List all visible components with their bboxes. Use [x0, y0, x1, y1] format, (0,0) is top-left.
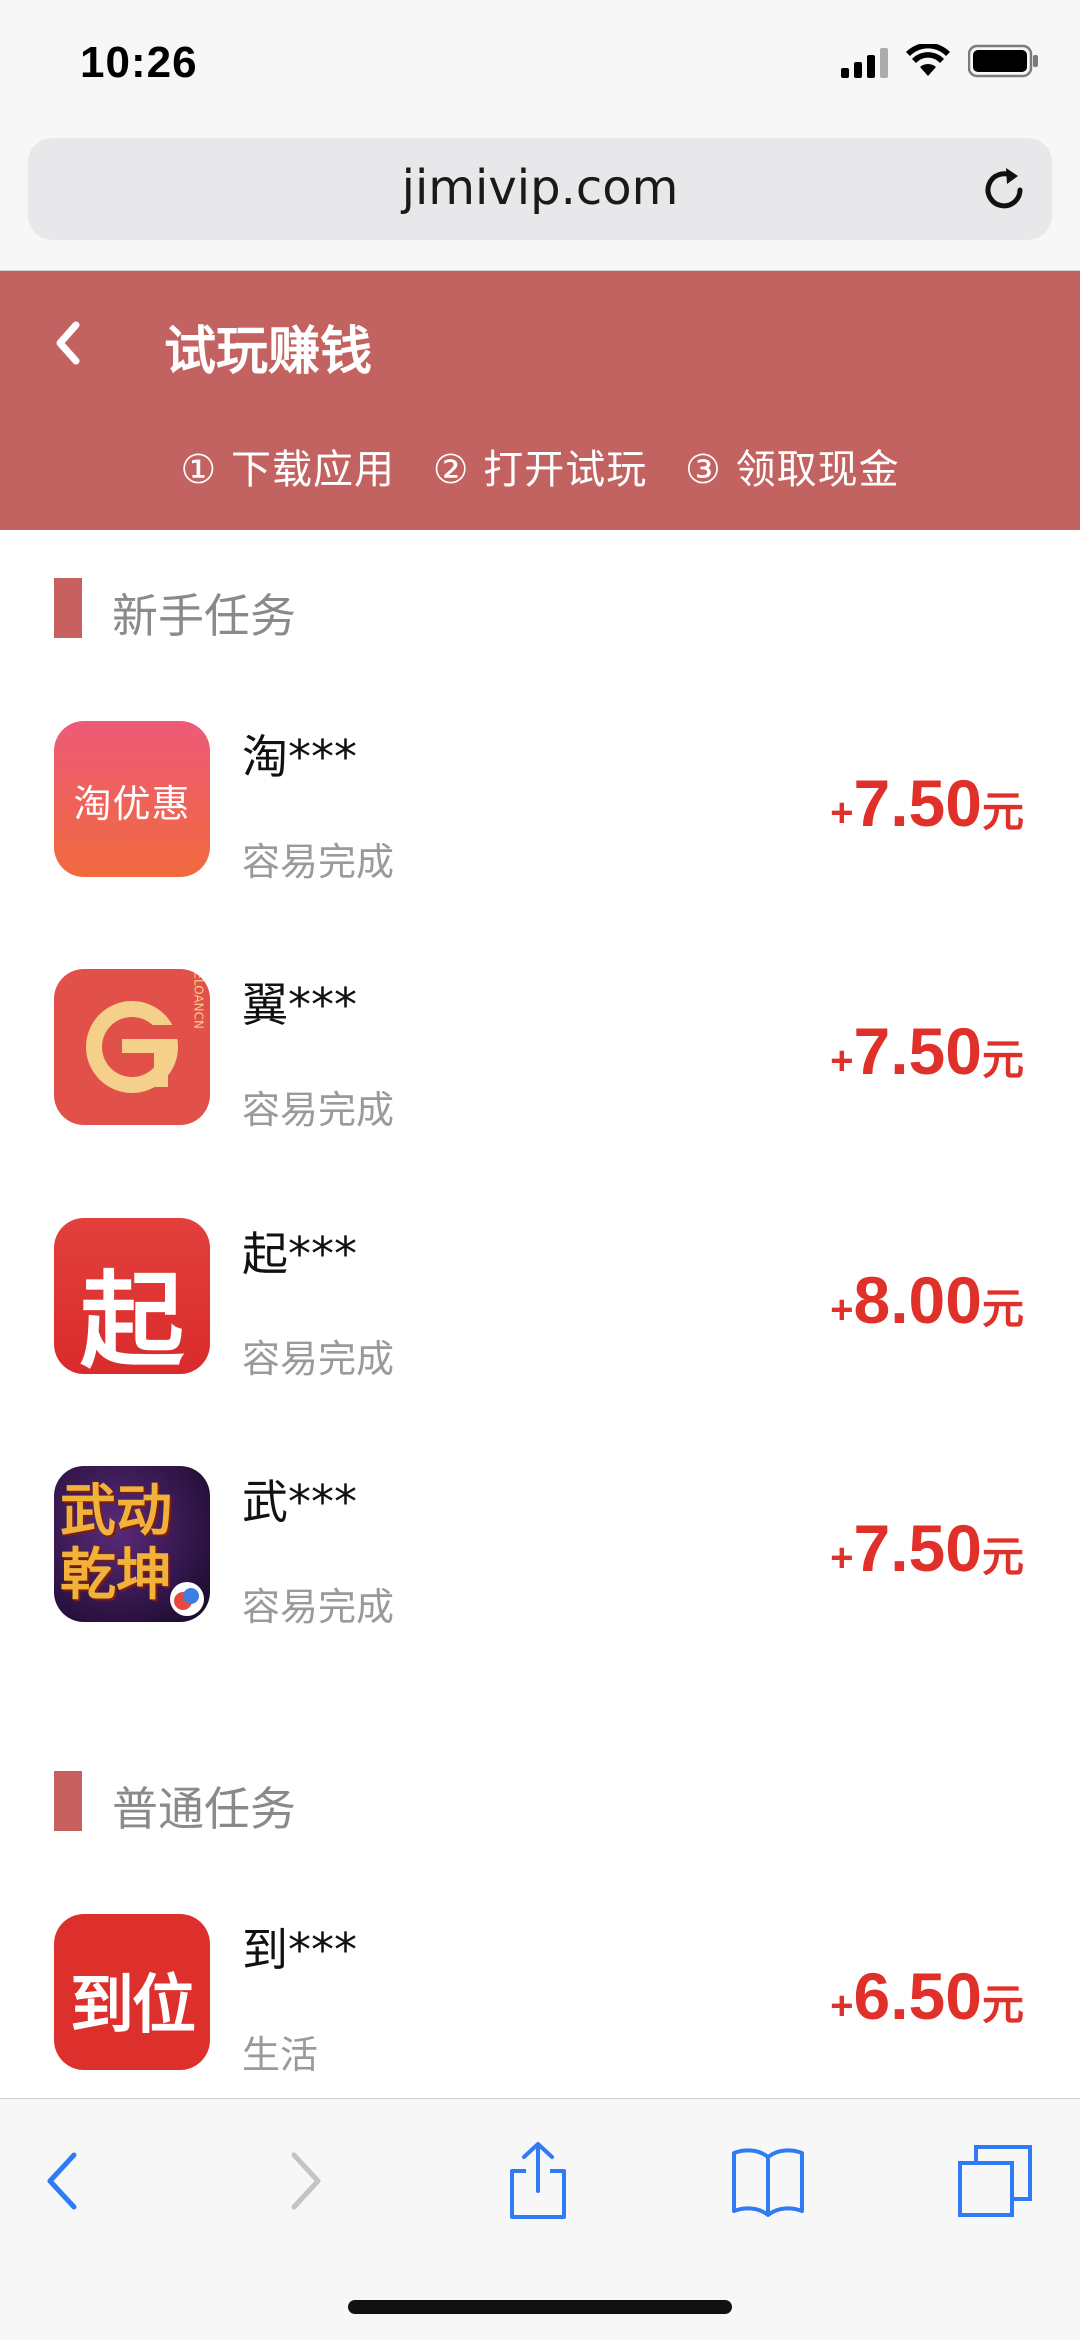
browser-chrome: jimivip.com: [0, 130, 1080, 271]
page-header: 试玩赚钱 ① 下载应用 ② 打开试玩 ③ 领取现金: [0, 271, 1080, 530]
app-icon-text: 淘优惠: [73, 782, 191, 826]
app-icon-text: 武动乾坤: [60, 1479, 172, 1608]
task-reward: +7.50元: [830, 1013, 1024, 1089]
reload-icon[interactable]: [978, 164, 1030, 216]
app-icon-text: ELOANCN: [192, 971, 206, 1029]
home-indicator[interactable]: [348, 2300, 732, 2314]
battery-icon: [968, 44, 1038, 78]
address-bar[interactable]: jimivip.com: [28, 138, 1052, 240]
url-text[interactable]: jimivip.com: [28, 160, 1052, 216]
reward-plus: +: [830, 1536, 854, 1580]
task-name: 淘***: [242, 730, 357, 784]
status-icons: [841, 44, 1040, 78]
reward-unit: 元: [981, 1285, 1024, 1332]
section-label: 新手任务: [112, 589, 296, 643]
app-icon-eloancn: ELOANCN: [54, 969, 210, 1125]
task-item[interactable]: 到位 到*** 生活 +6.50元: [0, 1914, 1080, 2114]
reward-plus: +: [830, 1039, 854, 1083]
reward-amount: 6.50: [853, 1959, 982, 2033]
step-claim: ③ 领取现金: [685, 447, 900, 493]
app-icon-taoyouhui: 淘优惠: [54, 721, 210, 877]
task-name: 起***: [242, 1227, 357, 1281]
share-icon[interactable]: [498, 2141, 578, 2221]
task-reward: +7.50元: [830, 765, 1024, 841]
reward-unit: 元: [981, 1533, 1024, 1580]
task-subtitle: 容易完成: [242, 840, 395, 884]
status-bar: 10:26: [0, 0, 1080, 130]
steps-row: ① 下载应用 ② 打开试玩 ③ 领取现金: [0, 437, 1080, 495]
page-title: 试玩赚钱: [164, 322, 373, 382]
reward-amount: 7.50: [853, 1511, 982, 1585]
reward-plus: +: [830, 1288, 854, 1332]
reward-unit: 元: [981, 1981, 1024, 2028]
task-item[interactable]: ELOANCN 翼*** 容易完成 +7.50元: [0, 969, 1080, 1169]
section-accent-bar: [54, 1771, 82, 1831]
forward-arrow-icon[interactable]: [264, 2141, 344, 2221]
reward-plus: +: [830, 1984, 854, 2028]
task-reward: +7.50元: [830, 1510, 1024, 1586]
task-subtitle: 容易完成: [242, 1337, 395, 1381]
chevron-left-icon[interactable]: [50, 313, 90, 373]
status-time: 10:26: [80, 38, 198, 87]
task-reward: +8.00元: [830, 1262, 1024, 1338]
task-item[interactable]: 武动乾坤 武*** 容易完成 +7.50元: [0, 1466, 1080, 1666]
tabs-icon[interactable]: [956, 2141, 1036, 2221]
wifi-icon: [906, 44, 950, 76]
section-label: 普通任务: [112, 1782, 296, 1836]
task-reward: +6.50元: [830, 1958, 1024, 2034]
reward-amount: 7.50: [853, 766, 982, 840]
reward-unit: 元: [981, 788, 1024, 835]
signal-icon: [841, 44, 888, 78]
task-subtitle: 容易完成: [242, 1585, 395, 1629]
eloancn-logo-icon: [86, 1001, 180, 1093]
step-open: ② 打开试玩: [432, 447, 648, 493]
section-accent-bar: [54, 578, 82, 638]
bookmarks-icon[interactable]: [728, 2141, 808, 2221]
badge-icon: [170, 1582, 204, 1616]
app-icon-text: 起: [79, 1260, 184, 1374]
task-name: 翼***: [242, 978, 357, 1032]
task-subtitle: 生活: [242, 2033, 319, 2077]
reward-amount: 7.50: [853, 1014, 982, 1088]
app-icon-qi: 起: [54, 1218, 210, 1374]
reward-unit: 元: [981, 1036, 1024, 1083]
reward-plus: +: [830, 791, 854, 835]
task-item[interactable]: 淘优惠 淘*** 容易完成 +7.50元: [0, 721, 1080, 921]
app-icon-wudong: 武动乾坤: [54, 1466, 210, 1622]
step-download: ① 下载应用: [180, 447, 395, 493]
task-item[interactable]: 起 起*** 容易完成 +8.00元: [0, 1218, 1080, 1418]
task-subtitle: 容易完成: [242, 1088, 395, 1132]
task-name: 武***: [242, 1475, 357, 1529]
app-icon-daowei: 到位: [54, 1914, 210, 2070]
app-icon-text: 到位: [70, 1969, 196, 2043]
reward-amount: 8.00: [853, 1263, 982, 1337]
task-name: 到***: [242, 1923, 357, 1977]
back-arrow-icon[interactable]: [24, 2141, 104, 2221]
